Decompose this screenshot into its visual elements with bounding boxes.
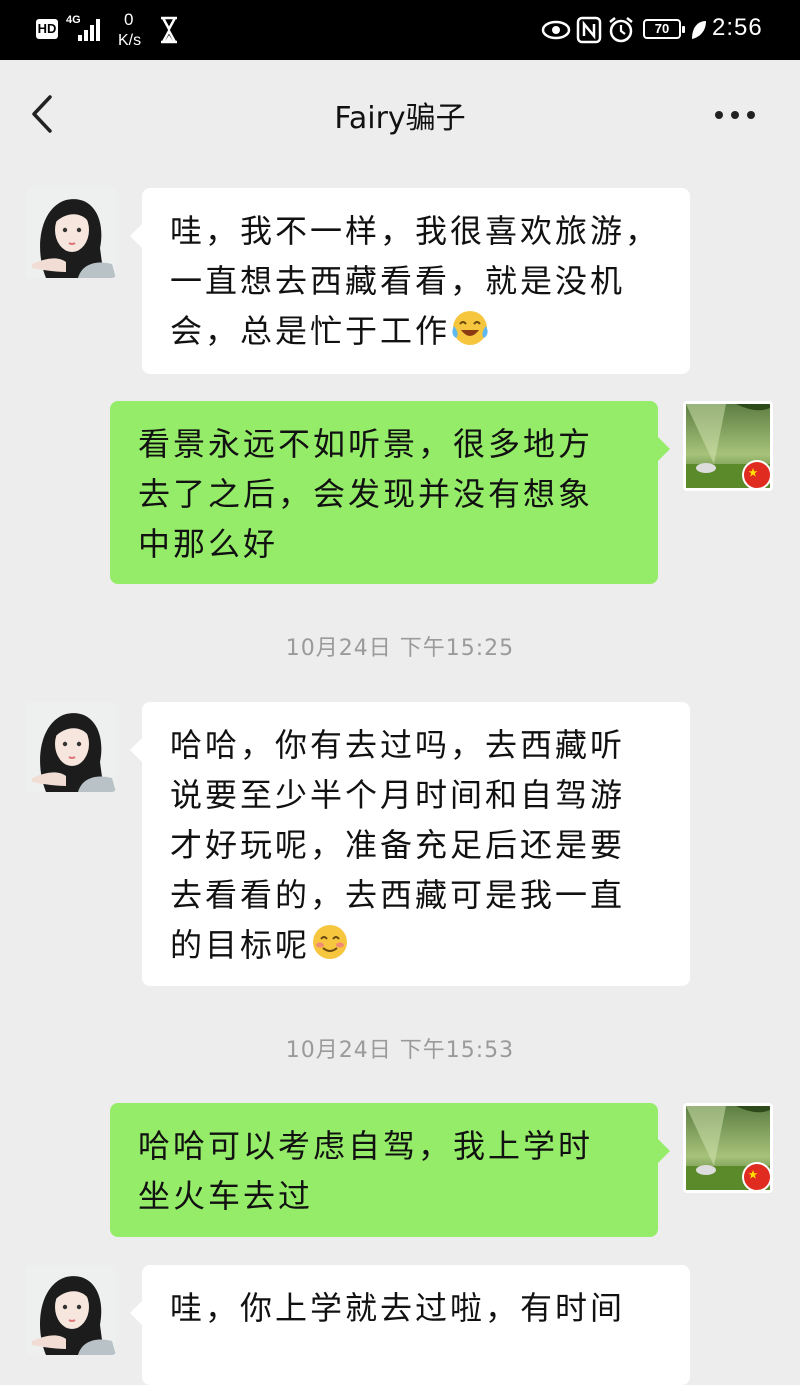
message-line: 的目标呢 <box>170 926 311 964</box>
timestamp: 10月24日 下午15:25 <box>285 636 515 661</box>
eye-icon <box>541 20 571 40</box>
self-avatar[interactable] <box>683 401 773 491</box>
message-line: 看景永远不如听景，很多地方 <box>138 425 594 463</box>
status-bar: HD 4G 0 K/s 70 2:56 <box>0 0 800 60</box>
message-line: 去了之后，会发现并没有想象 <box>138 475 594 513</box>
leaf-icon <box>692 21 706 39</box>
smiling-blush-emoji-icon <box>313 925 348 959</box>
message-bubble-outgoing[interactable]: 哈哈可以考虑自驾，我上学时 坐火车去过 <box>110 1103 670 1237</box>
more-options-icon[interactable] <box>710 100 760 130</box>
timestamp: 10月24日 下午15:53 <box>285 1038 515 1063</box>
message-line: 会，总是忙于工作 <box>170 312 451 350</box>
nfc-icon <box>576 16 602 44</box>
message-bubble-incoming[interactable]: 哇，你上学就去过啦，有时间 <box>130 1265 690 1385</box>
message-line: 一直想去西藏看看，就是没机 <box>170 262 626 300</box>
message-line: 才好玩呢，准备充足后还是要 <box>170 826 626 864</box>
contact-avatar[interactable] <box>26 188 116 278</box>
message-bubble-incoming[interactable]: 哇，我不一样，我很喜欢旅游， 一直想去西藏看看，就是没机 会，总是忙于工作 <box>130 188 690 374</box>
message-line: 哈哈，你有去过吗，去西藏听 <box>170 726 626 764</box>
self-avatar[interactable] <box>683 1103 773 1193</box>
hd-indicator: HD <box>36 19 58 39</box>
net-speed-unit: K/s <box>118 32 142 49</box>
message-line: 哈哈可以考虑自驾，我上学时 <box>138 1127 594 1165</box>
message-bubble-incoming[interactable]: 哈哈，你有去过吗，去西藏听 说要至少半个月时间和自驾游 才好玩呢，准备充足后还是… <box>130 702 690 986</box>
chat-title: Fairy骗子 <box>334 101 466 136</box>
alarm-icon <box>609 17 633 43</box>
contact-avatar[interactable] <box>26 702 116 792</box>
battery-icon: 70 <box>643 19 685 39</box>
crying-laughing-emoji-icon <box>452 311 488 345</box>
clock: 2:56 <box>712 14 763 41</box>
message-list[interactable]: 哇，我不一样，我很喜欢旅游， 一直想去西藏看看，就是没机 会，总是忙于工作 看景… <box>0 168 800 1385</box>
message-line: 中那么好 <box>138 525 279 563</box>
chat-header: Fairy骗子 <box>0 60 800 168</box>
message-line: 去看看的，去西藏可是我一直 <box>170 876 626 914</box>
hourglass-icon <box>161 16 177 44</box>
message-bubble-outgoing[interactable]: 看景永远不如听景，很多地方 去了之后，会发现并没有想象 中那么好 <box>110 401 670 584</box>
flag-badge-icon <box>742 1162 770 1190</box>
message-line: 坐火车去过 <box>138 1177 314 1215</box>
message-line: 哇，我不一样，我很喜欢旅游， <box>170 212 661 250</box>
signal-icon <box>78 17 106 41</box>
flag-badge-icon <box>742 460 770 488</box>
net-speed-value: 0 <box>124 10 134 29</box>
message-line: 说要至少半个月时间和自驾游 <box>170 776 626 814</box>
message-line: 哇，你上学就去过啦，有时间 <box>170 1289 626 1327</box>
contact-avatar[interactable] <box>26 1265 116 1355</box>
